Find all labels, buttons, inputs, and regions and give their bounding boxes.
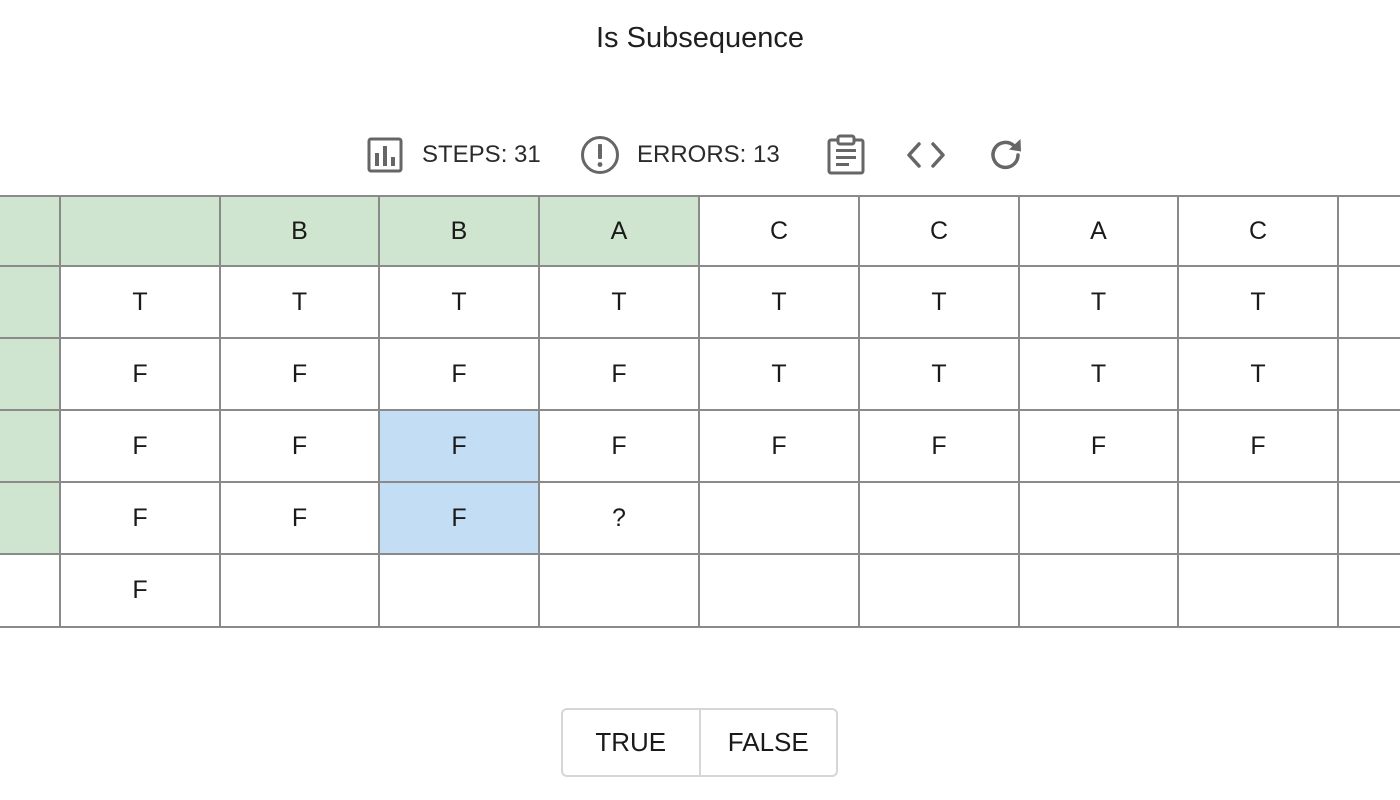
table-cell: F xyxy=(61,483,221,555)
table-cell: F xyxy=(1020,411,1179,483)
table-cell: F xyxy=(61,555,221,628)
table-cell: F xyxy=(380,339,540,411)
table-cell xyxy=(1179,483,1339,555)
header-cell: C xyxy=(860,195,1020,267)
table-cell xyxy=(380,555,540,628)
table-cell xyxy=(1339,483,1400,555)
header-cell xyxy=(61,195,221,267)
table-cell xyxy=(1020,555,1179,628)
table-cell: F xyxy=(221,483,380,555)
table-cell: F xyxy=(61,411,221,483)
table-cell xyxy=(0,483,61,555)
table-cell xyxy=(860,555,1020,628)
table-cell[interactable]: ? xyxy=(540,483,700,555)
errors-label: ERRORS: 13 xyxy=(637,141,780,168)
table-cell: T xyxy=(700,267,860,339)
header-cell: A xyxy=(540,195,700,267)
clipboard-icon[interactable] xyxy=(826,134,866,176)
table-cell xyxy=(0,411,61,483)
table-cell: F xyxy=(221,411,380,483)
false-button[interactable]: FALSE xyxy=(698,710,837,775)
header-cell: A xyxy=(1020,195,1179,267)
table-cell: T xyxy=(221,267,380,339)
table-cell xyxy=(0,555,61,628)
table-cell xyxy=(1339,339,1400,411)
table-cell xyxy=(1339,555,1400,628)
table-cell: T xyxy=(860,339,1020,411)
table-cell xyxy=(860,483,1020,555)
table-cell xyxy=(1339,411,1400,483)
table-cell: T xyxy=(1179,339,1339,411)
exclamation-circle-icon xyxy=(579,134,621,176)
header-cell xyxy=(1339,195,1400,267)
table-cell xyxy=(700,555,860,628)
table-cell xyxy=(221,555,380,628)
page-title: Is Subsequence xyxy=(596,22,804,54)
table-cell: F xyxy=(540,339,700,411)
table-cell: T xyxy=(1020,339,1179,411)
toolbar: STEPS: 31 ERRORS: 13 xyxy=(0,130,1400,180)
table-cell xyxy=(0,267,61,339)
bar-chart-icon xyxy=(366,136,404,174)
header-cell: C xyxy=(700,195,860,267)
steps-label: STEPS: 31 xyxy=(422,141,541,168)
table-cell: F xyxy=(700,411,860,483)
table-cell xyxy=(700,483,860,555)
table-cell: T xyxy=(700,339,860,411)
table-cell: F xyxy=(61,339,221,411)
code-button[interactable] xyxy=(905,130,947,180)
header-cell: B xyxy=(221,195,380,267)
table-cell: T xyxy=(860,267,1020,339)
dp-table: B B A C C A C T T T T T T T T F F F F T T T T F F F F F F F F F F F? F xyxy=(0,195,1400,628)
table-cell xyxy=(0,339,61,411)
table-cell: F xyxy=(380,411,540,483)
answer-button-group: TRUE FALSE xyxy=(561,708,838,777)
table-cell xyxy=(1179,555,1339,628)
table-cell: T xyxy=(540,267,700,339)
table-cell: F xyxy=(860,411,1020,483)
header-cell: C xyxy=(1179,195,1339,267)
table-cell: T xyxy=(61,267,221,339)
table-cell: T xyxy=(1179,267,1339,339)
header-cell xyxy=(0,195,61,267)
table-cell xyxy=(1020,483,1179,555)
refresh-button[interactable] xyxy=(986,130,1026,180)
refresh-icon[interactable] xyxy=(986,135,1026,175)
code-icon[interactable] xyxy=(905,139,947,171)
steps-counter: STEPS: 31 xyxy=(366,130,541,180)
clipboard-button[interactable] xyxy=(826,130,866,180)
true-button[interactable]: TRUE xyxy=(563,710,699,775)
table-cell: F xyxy=(1179,411,1339,483)
table-cell xyxy=(1339,267,1400,339)
table-cell: F xyxy=(380,483,540,555)
table-cell: T xyxy=(1020,267,1179,339)
errors-counter: ERRORS: 13 xyxy=(579,130,780,180)
table-cell: T xyxy=(380,267,540,339)
table-cell: F xyxy=(221,339,380,411)
header-cell: B xyxy=(380,195,540,267)
table-cell: F xyxy=(540,411,700,483)
table-cell xyxy=(540,555,700,628)
